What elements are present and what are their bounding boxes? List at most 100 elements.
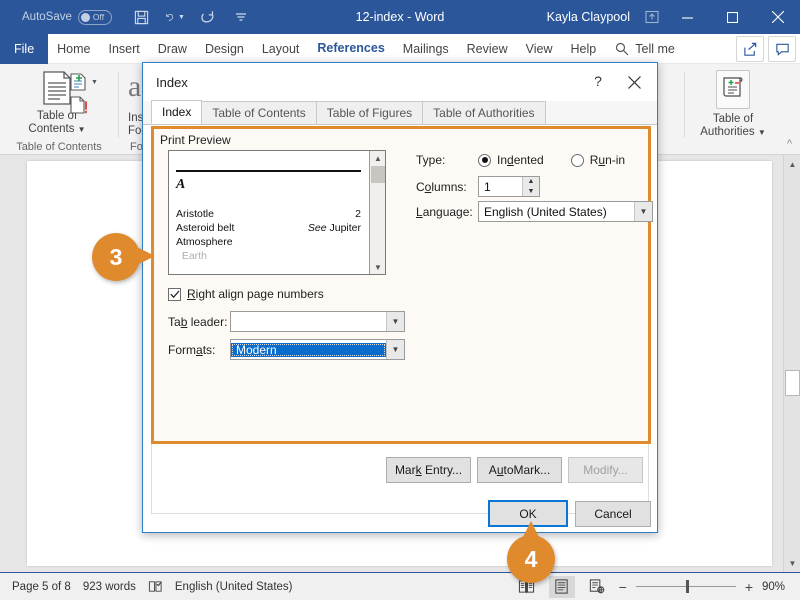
- toc-small-buttons: ▼: [68, 64, 98, 115]
- account-name[interactable]: Kayla Claypool: [547, 0, 630, 34]
- tab-references[interactable]: References: [308, 34, 394, 64]
- scroll-up-arrow[interactable]: ▲: [785, 156, 800, 172]
- chevron-down-icon[interactable]: ▼: [386, 312, 404, 331]
- table-of-authorities-button[interactable]: Table of Authorities ▼: [688, 64, 778, 139]
- status-bar: Page 5 of 8 923 words English (United St…: [0, 572, 800, 600]
- customize-qat-icon[interactable]: [231, 7, 251, 27]
- preview-scroll-up-arrow[interactable]: ▲: [370, 151, 385, 165]
- print-preview-box: A Aristotle 2 Asteroid belt See Jupiter …: [168, 150, 386, 275]
- language-combobox[interactable]: English (United States) ▼: [478, 201, 653, 222]
- web-layout-icon: [589, 579, 605, 594]
- right-align-row[interactable]: Right align page numbers: [168, 287, 324, 301]
- ribbon-separator-1: [118, 72, 119, 138]
- autosave-control[interactable]: AutoSave Off: [22, 9, 112, 25]
- type-indented-radio[interactable]: [478, 153, 491, 167]
- right-align-checkbox[interactable]: [168, 287, 181, 301]
- formats-combobox[interactable]: Modern ▼: [230, 339, 405, 360]
- automark-button[interactable]: AutoMark...: [477, 457, 562, 483]
- ribbon-right-buttons: [736, 36, 796, 62]
- dialog-close-icon[interactable]: [623, 72, 645, 92]
- dialog-tab-strip: Index Table of Contents Table of Figures…: [143, 100, 657, 125]
- share-button[interactable]: [736, 36, 764, 62]
- insert-footnote-icon[interactable]: a: [128, 70, 141, 104]
- proofing-status[interactable]: [148, 579, 163, 594]
- proofing-icon: [148, 581, 162, 592]
- preview-rule: [176, 170, 361, 172]
- language-indicator[interactable]: English (United States): [175, 581, 293, 593]
- comments-icon: [775, 43, 789, 56]
- tab-leader-combobox[interactable]: ▼: [230, 311, 405, 332]
- tab-insert[interactable]: Insert: [100, 34, 149, 64]
- tab-mailings[interactable]: Mailings: [394, 34, 458, 64]
- add-text-button[interactable]: ▼: [68, 72, 98, 92]
- dialog-tab-table-of-figures[interactable]: Table of Figures: [315, 101, 424, 124]
- dialog-tab-table-of-authorities[interactable]: Table of Authorities: [422, 101, 546, 124]
- preview-entry-page: See Jupiter: [307, 222, 361, 234]
- callout-step-4-tail: [522, 521, 540, 539]
- preview-entry-row-clipped: Earth: [176, 250, 207, 262]
- preview-scroll-down-arrow[interactable]: ▼: [370, 260, 385, 274]
- columns-spinner[interactable]: 1 ▲ ▼: [478, 176, 540, 197]
- update-table-button[interactable]: [68, 95, 98, 115]
- chevron-down-icon[interactable]: ▼: [634, 202, 652, 221]
- undo-icon[interactable]: ▼: [165, 7, 185, 27]
- zoom-out-button[interactable]: −: [619, 579, 627, 595]
- save-icon[interactable]: [132, 7, 152, 27]
- mark-entry-button[interactable]: Mark Entry...: [386, 457, 471, 483]
- tab-draw[interactable]: Draw: [149, 34, 196, 64]
- cancel-button[interactable]: Cancel: [575, 501, 651, 527]
- collapse-ribbon-button[interactable]: ^: [787, 138, 792, 150]
- tab-home[interactable]: Home: [48, 34, 99, 64]
- chevron-down-icon[interactable]: ▼: [386, 340, 404, 359]
- window-buttons: [665, 0, 800, 34]
- tab-design[interactable]: Design: [196, 34, 253, 64]
- scroll-down-arrow[interactable]: ▼: [785, 555, 800, 571]
- formats-value[interactable]: Modern: [231, 342, 386, 357]
- autosave-label: AutoSave: [22, 11, 72, 23]
- ribbon-display-options-icon[interactable]: [644, 9, 660, 25]
- minimize-button[interactable]: [665, 0, 710, 34]
- dialog-tab-table-of-contents[interactable]: Table of Contents: [201, 101, 317, 124]
- columns-label: Columns:: [416, 179, 467, 194]
- columns-spin-up[interactable]: ▲: [523, 177, 539, 187]
- maximize-button[interactable]: [710, 0, 755, 34]
- columns-spin-down[interactable]: ▼: [523, 187, 539, 197]
- tab-layout[interactable]: Layout: [253, 34, 309, 64]
- tab-review[interactable]: Review: [458, 34, 517, 64]
- vertical-scrollbar[interactable]: ▲ ▼: [783, 155, 800, 572]
- language-value: English (United States): [484, 204, 607, 219]
- type-runin-radio[interactable]: [570, 153, 584, 167]
- autosave-toggle[interactable]: Off: [77, 9, 112, 25]
- title-bar: AutoSave Off ▼ 12-index - Word Kayla Cla…: [0, 0, 800, 34]
- columns-spin-buttons[interactable]: ▲ ▼: [522, 177, 539, 196]
- autosave-knob: [80, 12, 90, 22]
- comments-button[interactable]: [768, 36, 796, 62]
- tab-leader-row: Tab leader: ▼: [168, 311, 405, 332]
- quick-access-toolbar: ▼: [132, 7, 251, 27]
- help-icon[interactable]: ?: [588, 73, 608, 89]
- zoom-slider-handle[interactable]: [685, 580, 689, 593]
- columns-value[interactable]: 1: [479, 180, 522, 194]
- tab-view[interactable]: View: [517, 34, 562, 64]
- tell-me-search[interactable]: Tell me: [615, 42, 675, 56]
- scrollbar-thumb[interactable]: [785, 370, 800, 396]
- dialog-tab-index[interactable]: Index: [151, 100, 203, 124]
- print-preview-label: Print Preview: [160, 133, 231, 147]
- dialog-body: Print Preview A Aristotle 2 Asteroid bel…: [143, 125, 657, 532]
- dialog-title: Index: [156, 74, 188, 90]
- tab-file[interactable]: File: [0, 33, 49, 64]
- page-indicator[interactable]: Page 5 of 8: [12, 581, 71, 593]
- zoom-slider[interactable]: [635, 580, 736, 594]
- right-align-label: Right align page numbers: [187, 287, 324, 301]
- index-dialog: Index ? Index Table of Contents Table of…: [142, 62, 658, 533]
- tab-help[interactable]: Help: [562, 34, 606, 64]
- ribbon-separator-2: [684, 72, 685, 138]
- zoom-level[interactable]: 90%: [762, 581, 792, 593]
- web-layout-button[interactable]: [584, 576, 610, 598]
- redo-icon[interactable]: [198, 7, 218, 27]
- zoom-in-button[interactable]: +: [745, 579, 753, 595]
- preview-scrollbar-thumb[interactable]: [371, 166, 385, 183]
- word-count[interactable]: 923 words: [83, 581, 136, 593]
- close-button[interactable]: [755, 0, 800, 34]
- preview-scrollbar[interactable]: ▲ ▼: [369, 151, 385, 274]
